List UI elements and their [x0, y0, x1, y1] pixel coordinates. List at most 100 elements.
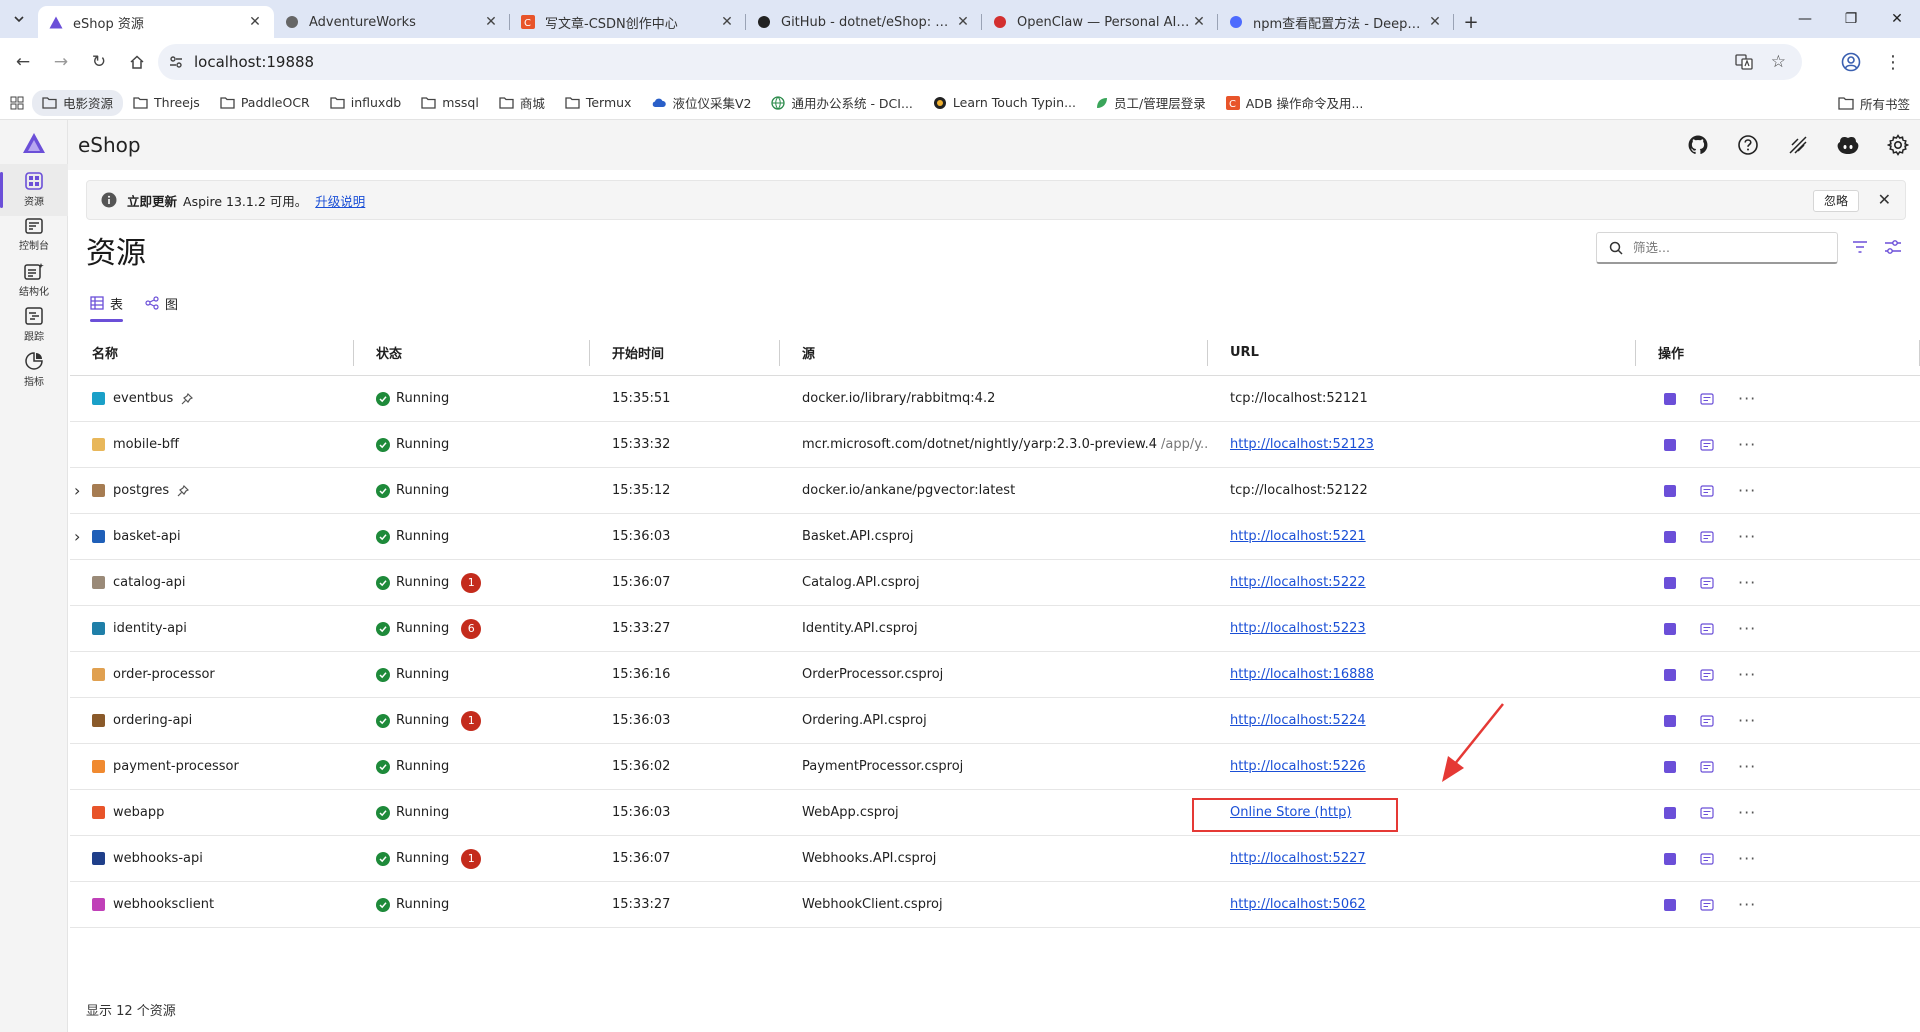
bookmark-item[interactable]: PaddleOCR: [210, 90, 320, 116]
error-count-badge[interactable]: 1: [461, 572, 482, 593]
table-row[interactable]: webapp Running 15:36:03 WebApp.csproj Online…: [70, 790, 1920, 836]
more-actions-icon[interactable]: ···: [1738, 850, 1756, 866]
column-header-name[interactable]: 名称: [70, 330, 354, 375]
table-row[interactable]: webhooks-api Running 1 15:36:07 Webhooks.API…: [70, 836, 1920, 882]
table-row[interactable]: catalog-api Running 1 15:36:07 Catalog.API.c…: [70, 560, 1920, 606]
table-row[interactable]: webhooksclient Running 15:33:27 WebhookClie…: [70, 882, 1920, 928]
more-actions-icon[interactable]: ···: [1738, 620, 1756, 636]
filter-funnel-icon[interactable]: [1852, 240, 1868, 254]
console-logs-icon[interactable]: [1700, 898, 1714, 911]
console-logs-icon[interactable]: [1700, 530, 1714, 543]
error-count-badge[interactable]: 6: [461, 618, 482, 639]
browser-tab[interactable]: GitHub - dotnet/eShop: A ref ✕: [746, 6, 982, 38]
resource-name[interactable]: catalog-api: [113, 575, 186, 590]
filter-input[interactable]: [1633, 240, 1803, 255]
resource-name[interactable]: webapp: [113, 805, 164, 820]
column-header-state[interactable]: 状态: [354, 330, 590, 375]
resource-name[interactable]: order-processor: [113, 667, 215, 682]
bookmark-item[interactable]: C ADB 操作命令及用...: [1216, 90, 1374, 116]
help-icon[interactable]: [1732, 129, 1764, 161]
browser-tab[interactable]: OpenClaw — Personal AI Ass ✕: [982, 6, 1218, 38]
address-text[interactable]: localhost:19888: [194, 53, 314, 71]
console-logs-icon[interactable]: [1700, 668, 1714, 681]
upgrade-notes-link[interactable]: 升级说明: [315, 191, 365, 210]
stop-icon[interactable]: [1664, 438, 1676, 451]
filter-field[interactable]: [1596, 232, 1838, 264]
endpoint-link[interactable]: http://localhost:16888: [1230, 667, 1374, 682]
stop-icon[interactable]: [1664, 760, 1676, 773]
resource-name[interactable]: eventbus: [113, 391, 173, 406]
more-actions-icon[interactable]: ···: [1738, 804, 1756, 820]
more-actions-icon[interactable]: ···: [1738, 758, 1756, 774]
browser-menu-icon[interactable]: ⋮: [1874, 43, 1912, 81]
chevron-right-icon[interactable]: ›: [74, 481, 80, 500]
table-row[interactable]: eventbus Running 15:35:51 docker.io/library…: [70, 376, 1920, 422]
aspire-logo-icon[interactable]: [22, 132, 46, 154]
site-info-icon[interactable]: [158, 54, 194, 70]
endpoint-link[interactable]: http://localhost:5062: [1230, 897, 1366, 912]
restore-icon[interactable]: ❐: [1828, 0, 1874, 38]
stop-icon[interactable]: [1664, 392, 1676, 405]
resource-name[interactable]: postgres: [113, 483, 169, 498]
all-bookmarks[interactable]: 所有书签: [1838, 90, 1910, 116]
console-logs-icon[interactable]: [1700, 622, 1714, 635]
column-header-source[interactable]: 源: [780, 330, 1208, 375]
bookmark-item[interactable]: influxdb: [320, 90, 411, 116]
stop-icon[interactable]: [1664, 484, 1676, 497]
more-actions-icon[interactable]: ···: [1738, 666, 1756, 682]
stop-icon[interactable]: [1664, 668, 1676, 681]
stop-icon[interactable]: [1664, 898, 1676, 911]
console-logs-icon[interactable]: [1700, 852, 1714, 865]
tab-table[interactable]: 表: [88, 290, 125, 322]
forward-icon[interactable]: →: [42, 43, 80, 81]
endpoint-link[interactable]: http://localhost:5224: [1230, 713, 1366, 728]
bookmark-item[interactable]: 员工/管理层登录: [1086, 90, 1216, 116]
more-actions-icon[interactable]: ···: [1738, 712, 1756, 728]
browser-tab[interactable]: C 写文章-CSDN创作中心 ✕: [510, 6, 746, 38]
chevron-right-icon[interactable]: ›: [74, 527, 80, 546]
column-header-url[interactable]: URL: [1208, 330, 1636, 375]
console-logs-icon[interactable]: [1700, 392, 1714, 405]
endpoint-link[interactable]: http://localhost:5226: [1230, 759, 1366, 774]
resource-name[interactable]: mobile-bff: [113, 437, 179, 452]
table-row[interactable]: mobile-bff Running 15:33:32 mcr.microsoft.c…: [70, 422, 1920, 468]
stop-icon[interactable]: [1664, 576, 1676, 589]
nav-metrics[interactable]: 指标: [0, 344, 68, 396]
close-window-icon[interactable]: ✕: [1874, 0, 1920, 38]
close-tab-icon[interactable]: ✕: [246, 14, 264, 30]
options-sliders-icon[interactable]: [1884, 238, 1902, 256]
console-logs-icon[interactable]: [1700, 438, 1714, 451]
new-tab-button[interactable]: +: [1454, 6, 1488, 38]
resource-name[interactable]: ordering-api: [113, 713, 192, 728]
feedback-icon[interactable]: [1782, 129, 1814, 161]
more-actions-icon[interactable]: ···: [1738, 528, 1756, 544]
tab-graph[interactable]: 图: [143, 290, 180, 316]
tab-search-button[interactable]: [0, 0, 38, 38]
endpoint-link[interactable]: http://localhost:52123: [1230, 437, 1374, 452]
endpoint-link[interactable]: http://localhost:5221: [1230, 529, 1366, 544]
bookmark-item[interactable]: Threejs: [123, 90, 210, 116]
profile-avatar-icon[interactable]: [1832, 43, 1870, 81]
close-tab-icon[interactable]: ✕: [482, 14, 500, 30]
table-row[interactable]: identity-api Running 6 15:33:27 Identity.API…: [70, 606, 1920, 652]
table-row[interactable]: order-processor Running 15:36:16 OrderProce…: [70, 652, 1920, 698]
bookmark-item[interactable]: mssql: [411, 90, 489, 116]
close-tab-icon[interactable]: ✕: [1426, 14, 1444, 30]
stop-icon[interactable]: [1664, 714, 1676, 727]
bookmark-star-icon[interactable]: ☆: [1771, 53, 1786, 71]
error-count-badge[interactable]: 1: [461, 848, 482, 869]
minimize-icon[interactable]: —: [1782, 0, 1828, 38]
endpoint-link[interactable]: http://localhost:5222: [1230, 575, 1366, 590]
more-actions-icon[interactable]: ···: [1738, 482, 1756, 498]
apps-grid-icon[interactable]: [10, 96, 24, 110]
translate-icon[interactable]: [1735, 53, 1753, 71]
reload-icon[interactable]: ↻: [80, 43, 118, 81]
close-banner-icon[interactable]: ✕: [1878, 190, 1891, 209]
column-header-start-time[interactable]: 开始时间: [590, 330, 780, 375]
resource-name[interactable]: basket-api: [113, 529, 181, 544]
table-row[interactable]: › basket-api Running 15:36:03 Basket.API.csp…: [70, 514, 1920, 560]
more-actions-icon[interactable]: ···: [1738, 574, 1756, 590]
table-row[interactable]: › postgres Running 15:35:12 docker.io/ankane…: [70, 468, 1920, 514]
settings-gear-icon[interactable]: [1882, 129, 1914, 161]
endpoint-link[interactable]: http://localhost:5227: [1230, 851, 1366, 866]
